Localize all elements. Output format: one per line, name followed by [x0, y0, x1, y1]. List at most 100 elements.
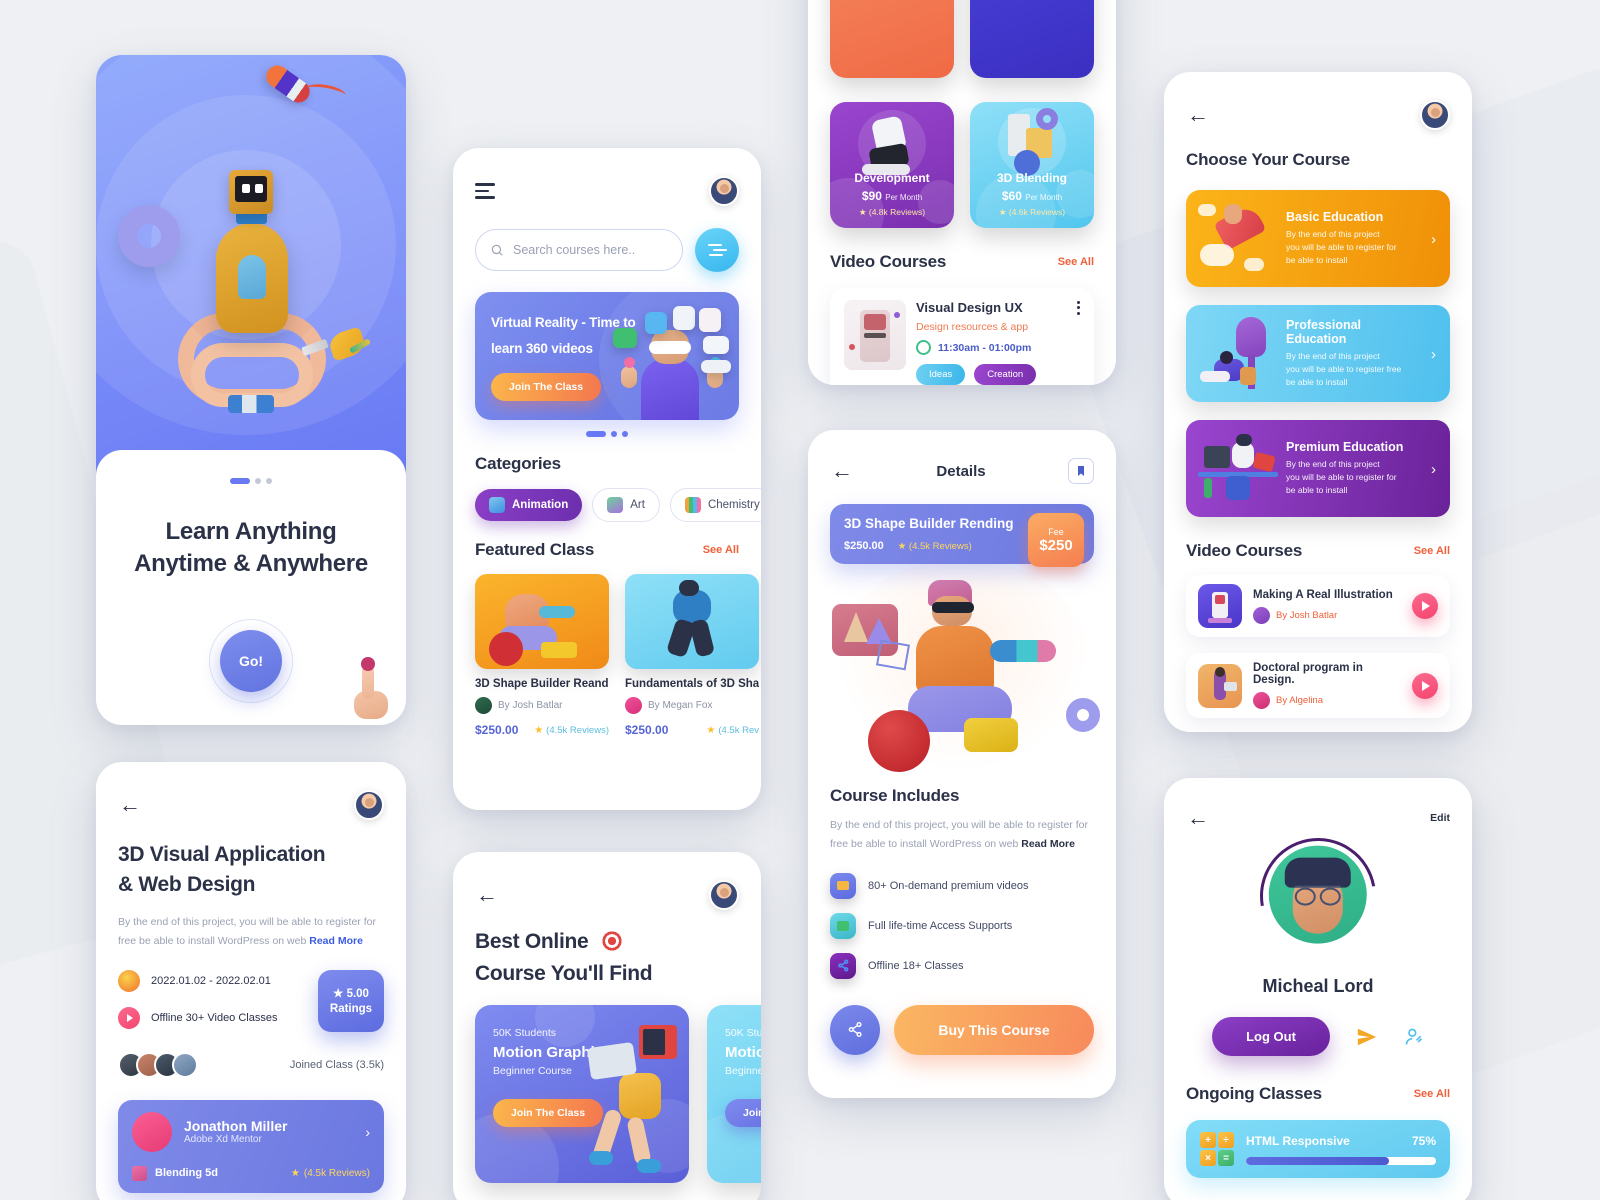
add-user-icon[interactable]	[1404, 1027, 1424, 1047]
person-body	[916, 626, 994, 694]
profile-avatar-ring	[1237, 815, 1399, 977]
buy-course-button[interactable]: Buy This Course	[894, 1004, 1094, 1055]
video-card-title: Visual Design UX	[916, 300, 1023, 315]
go-button[interactable]: Go!	[220, 629, 282, 692]
video-courses-title: Video Courses	[830, 252, 947, 271]
share-icon	[848, 1022, 862, 1038]
banner-dots[interactable]	[475, 431, 739, 437]
video-title: Doctoral program in Design.	[1253, 662, 1363, 686]
featured-card-author-row: By Josh Batlar	[475, 697, 609, 714]
tag-creation[interactable]: Creation	[974, 364, 1037, 385]
featured-thumbnail	[625, 574, 759, 669]
plan-card-3d-blending[interactable]: 3D Blending $60 Per Month ★ (4.6k Review…	[970, 102, 1094, 228]
read-more-link[interactable]: Read More	[309, 935, 363, 947]
join-class-button[interactable]: Join The Class	[725, 1099, 761, 1127]
classes-row: Offline 30+ Video Classes	[118, 1006, 318, 1029]
mentor-meta: Blending 5d ★ (4.5k Reviews)	[132, 1165, 370, 1181]
online-course-card[interactable]: 50K Students Motion Graphics Beginner Co…	[475, 1005, 689, 1183]
fee-label: Fee	[1048, 526, 1064, 537]
banner-title: Virtual Reality - Time to learn 360 vide…	[491, 310, 639, 361]
promo-banner[interactable]: Virtual Reality - Time to learn 360 vide…	[475, 292, 739, 420]
carousel-dot[interactable]	[255, 478, 261, 484]
filter-button[interactable]	[695, 228, 739, 272]
course-reviews: ★ (4.5k Reviews)	[897, 540, 972, 552]
plan-card-partial[interactable]	[970, 0, 1094, 78]
course-title: Motion Graphics	[725, 1044, 761, 1061]
plan-card-development[interactable]: Development $90 Per Month ★ (4.8k Review…	[830, 102, 954, 228]
ongoing-see-all[interactable]: See All	[1414, 1088, 1450, 1100]
profile-avatar[interactable]	[1268, 845, 1367, 944]
carousel-dots[interactable]	[96, 478, 406, 484]
menu-icon[interactable]	[475, 183, 495, 199]
more-options-icon[interactable]	[1077, 300, 1080, 315]
course-card-professional[interactable]: Professional Education By the end of thi…	[1186, 305, 1450, 402]
avatar[interactable]	[354, 790, 384, 820]
progress-bar	[1246, 1156, 1436, 1165]
include-label: Offline 18+ Classes	[868, 959, 964, 972]
video-title: Making A Real Illustration	[1253, 588, 1393, 601]
play-button[interactable]	[1412, 593, 1438, 619]
include-item: Full life-time Access Supports	[830, 912, 1094, 939]
carousel-dot-active[interactable]	[230, 478, 250, 484]
red-ball	[868, 710, 930, 772]
avatar-cap	[1284, 857, 1351, 888]
onboarding-title-line2: Anytime & Anywhere	[134, 550, 368, 578]
share-button[interactable]	[830, 1004, 880, 1055]
back-button[interactable]: ←	[1186, 806, 1210, 830]
video-courses-see-all[interactable]: See All	[1058, 256, 1094, 268]
join-class-button[interactable]: Join The Class	[491, 373, 602, 402]
onboarding-hero-illustration	[96, 55, 406, 475]
featured-card-meta: $250.00 ★ (4.5k Reviews)	[475, 723, 609, 737]
video-author-row: By Josh Batlar	[1253, 606, 1401, 624]
edit-button[interactable]: Edit	[1430, 812, 1450, 824]
back-button[interactable]: ←	[475, 883, 499, 907]
mentor-name: Jonathon Miller	[184, 1118, 288, 1135]
featured-card-meta: $250.00 ★ (4.5k Rev	[625, 723, 759, 737]
tag-ideas[interactable]: Ideas	[916, 364, 966, 385]
category-chip-art[interactable]: Art	[592, 488, 660, 522]
featured-card[interactable]: Fundamentals of 3D Sha By Megan Fox $250…	[625, 574, 759, 737]
rating-label: Ratings	[329, 1003, 373, 1016]
plan-card-partial[interactable]	[830, 0, 954, 78]
plan-price: $90 Per Month	[862, 189, 922, 203]
banner-dot-active[interactable]	[586, 431, 606, 437]
avatar[interactable]	[709, 176, 739, 206]
star-icon: ★	[706, 724, 716, 736]
featured-see-all[interactable]: See All	[703, 544, 739, 556]
date-range: 2022.01.02 - 2022.02.01	[151, 974, 271, 987]
back-button[interactable]: ←	[1186, 103, 1210, 127]
video-row[interactable]: Making A Real Illustration By Josh Batla…	[1186, 575, 1450, 637]
play-button[interactable]	[1412, 672, 1438, 699]
screenshot-canvas: Learn Anything Anytime & Anywhere Go! Se…	[0, 0, 1600, 1200]
send-icon[interactable]	[1356, 1026, 1378, 1048]
back-button[interactable]: ←	[830, 459, 854, 483]
video-row[interactable]: Doctoral program in Design. By Algelina	[1186, 653, 1450, 718]
banner-dot[interactable]	[622, 431, 628, 437]
joined-avatars	[118, 1051, 198, 1078]
course-card-premium[interactable]: Premium Education By the end of this pro…	[1186, 420, 1450, 517]
ongoing-class-card[interactable]: + ÷ × = HTML Responsive 75%	[1186, 1120, 1450, 1178]
category-chip-animation[interactable]: Animation	[475, 489, 583, 521]
back-button[interactable]: ←	[118, 793, 142, 817]
logout-button[interactable]: Log Out	[1212, 1017, 1330, 1056]
featured-card-price: $250.00	[475, 723, 519, 737]
alarm-clock-icon	[916, 340, 931, 355]
featured-card[interactable]: 3D Shape Builder Reanding By Josh Batlar…	[475, 574, 609, 737]
category-chip-chemistry[interactable]: Chemistry	[669, 488, 761, 522]
read-more-link[interactable]: Read More	[1021, 838, 1075, 850]
video-courses-see-all[interactable]: See All	[1414, 545, 1450, 557]
course-card-basic[interactable]: Basic Education By the end of this proje…	[1186, 190, 1450, 287]
featured-thumbnail	[475, 574, 609, 669]
banner-dot[interactable]	[611, 431, 617, 437]
bookmark-button[interactable]	[1068, 458, 1095, 484]
video-course-card[interactable]: Visual Design UX Design resources & app …	[830, 288, 1094, 385]
online-course-card[interactable]: 50K Students Motion Graphics Beginner Co…	[707, 1005, 761, 1183]
carousel-dot[interactable]	[266, 478, 272, 484]
best-topbar: ←	[475, 880, 739, 910]
video-courses-header: Video Courses See All	[1186, 541, 1450, 561]
avatar[interactable]	[709, 880, 739, 910]
mentor-card[interactable]: Jonathon Miller Adobe Xd Mentor Blending…	[118, 1099, 384, 1193]
avatar[interactable]	[1420, 100, 1450, 130]
page-title-line2: Course You'll Find	[475, 961, 653, 985]
search-input[interactable]: Search courses here..	[475, 229, 683, 271]
